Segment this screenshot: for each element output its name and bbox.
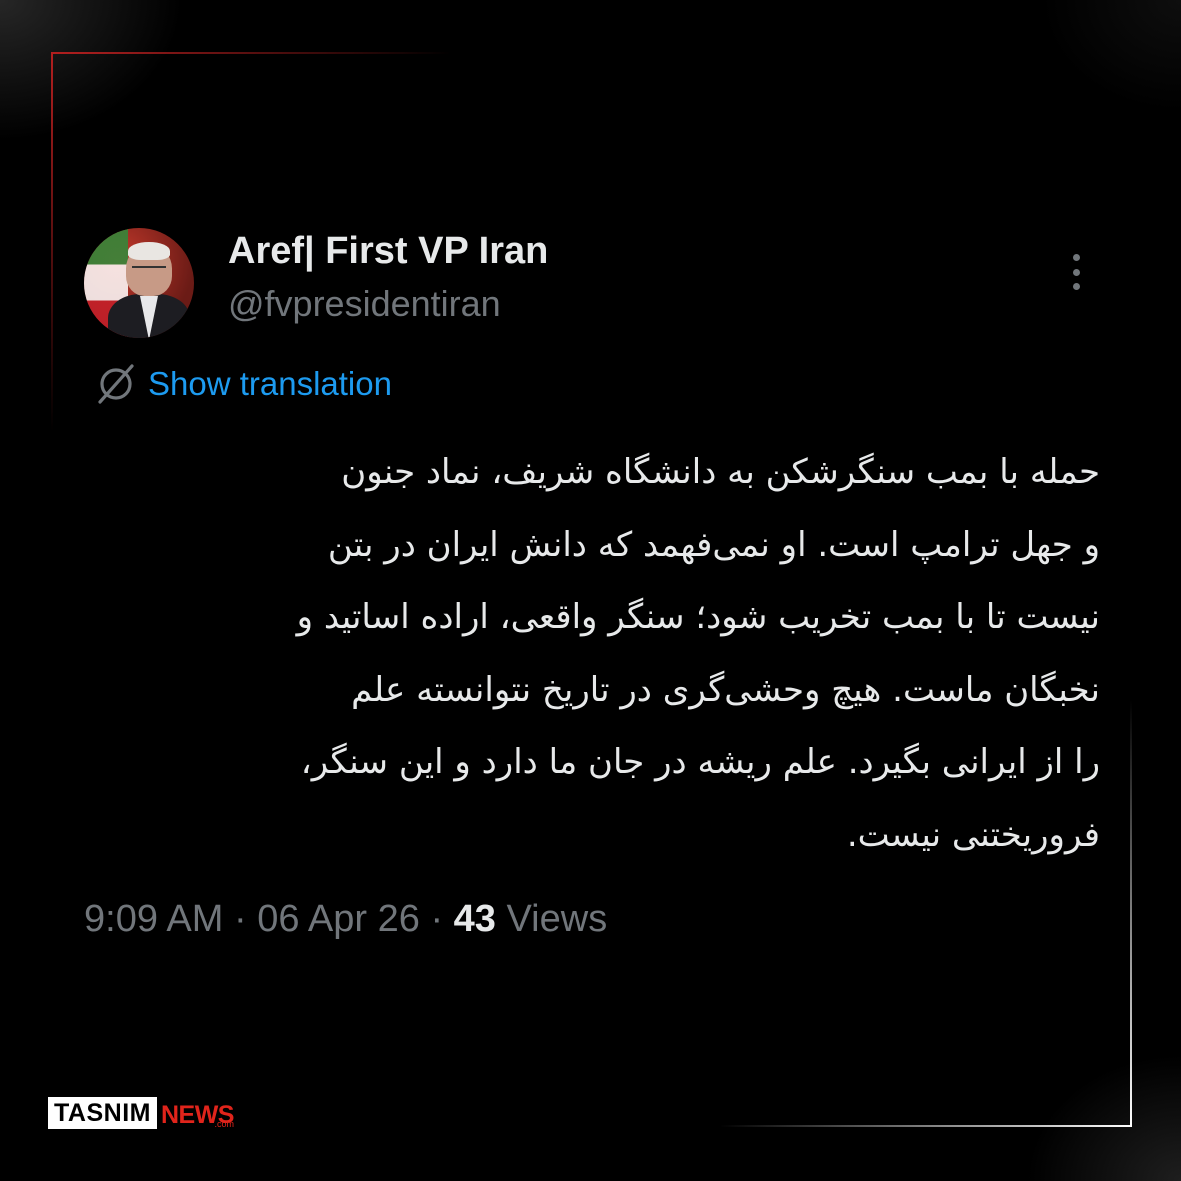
author-avatar[interactable] — [84, 228, 194, 338]
tweet-text-line: را از ایرانی بگیرد. علم ریشه در جان ما د… — [300, 742, 1100, 782]
tweet-text-line: فروریختنی نیست. — [846, 814, 1100, 855]
more-options-button[interactable] — [1062, 252, 1090, 292]
show-translation-link[interactable]: Show translation — [96, 362, 392, 406]
frame-line-top — [51, 52, 451, 54]
tweet-text: حمله با بمب سنگرشکن به دانشگاه شریف، نما… — [100, 436, 1100, 871]
tweet-meta: 9:09 AM · 06 Apr 26 · 43 Views — [84, 898, 607, 941]
views-count[interactable]: 43 — [454, 898, 496, 940]
show-translation-label: Show translation — [148, 365, 392, 402]
tweet-date[interactable]: 06 Apr 26 — [257, 898, 420, 940]
logo-domain: .com — [214, 1119, 234, 1129]
globe-slash-icon — [98, 364, 134, 404]
frame-line-right — [1130, 700, 1132, 1126]
frame-line-bottom — [720, 1125, 1132, 1127]
tweet-text-line: حمله با بمب سنگرشکن به دانشگاه شریف، نما… — [341, 452, 1100, 492]
logo-brand: TASNIM — [48, 1097, 157, 1129]
meta-separator: · — [233, 898, 247, 940]
tweet-text-line: نیست تا با بمب تخریب شود؛ سنگر واقعی، ار… — [296, 597, 1100, 637]
logo-news: NEWS .com — [161, 1101, 235, 1129]
author-display-name[interactable]: Aref| First VP Iran — [228, 230, 548, 273]
tweet-text-line: و جهل ترامپ است. او نمی‌فهمد که دانش ایر… — [327, 524, 1100, 565]
author-handle[interactable]: @fvpresidentiran — [228, 283, 501, 325]
tweet-time[interactable]: 9:09 AM — [84, 898, 223, 940]
views-label[interactable]: Views — [507, 898, 608, 940]
tasnim-news-logo: TASNIM NEWS .com — [48, 1097, 234, 1129]
tweet-text-line: نخبگان ماست. هیچ وحشی‌گری در تاریخ نتوان… — [351, 669, 1100, 710]
more-vertical-icon — [1072, 254, 1080, 261]
meta-separator: · — [430, 898, 444, 940]
frame-line-left — [51, 52, 53, 432]
